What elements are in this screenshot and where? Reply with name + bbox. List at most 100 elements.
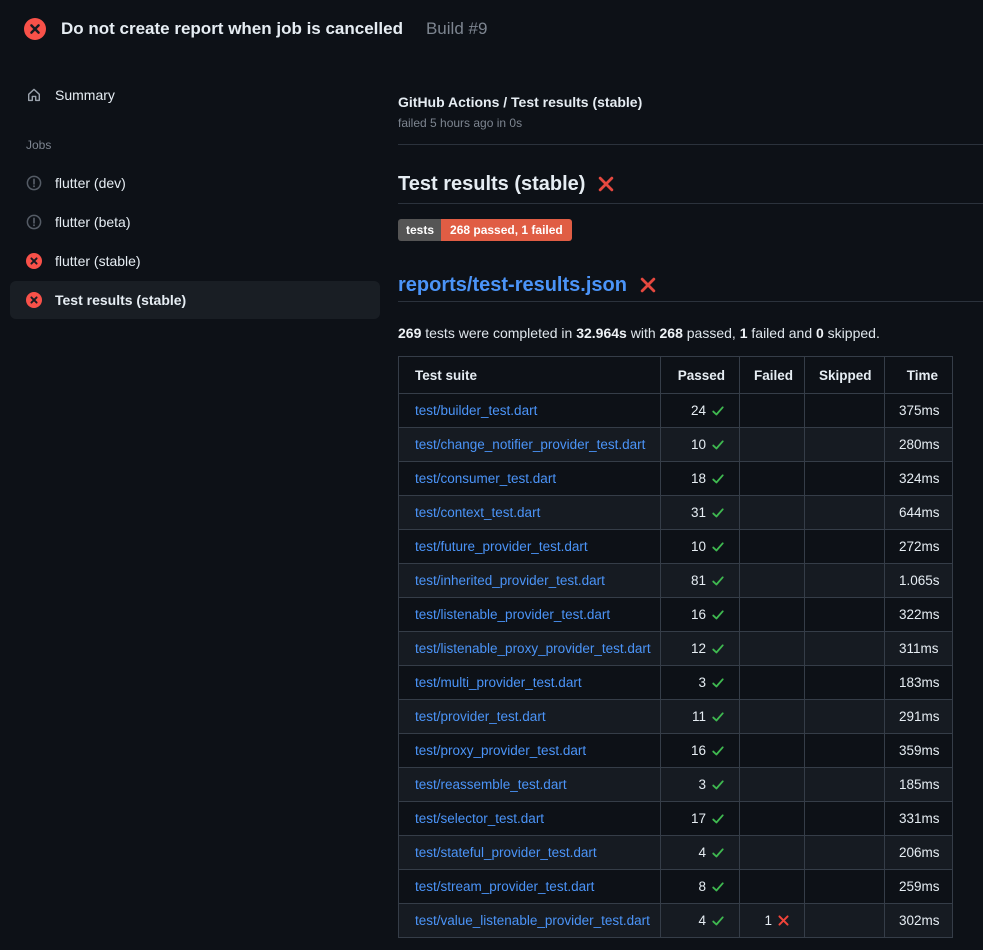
sidebar-item-summary[interactable]: Summary	[10, 76, 380, 114]
test-suite-link[interactable]: test/stream_provider_test.dart	[415, 879, 594, 894]
column-header-failed: Failed	[740, 357, 805, 394]
sidebar-item-label: flutter (dev)	[55, 173, 126, 193]
skipped-count	[805, 462, 885, 496]
check-run-header: Do not create report when job is cancell…	[0, 0, 983, 56]
table-row: test/value_listenable_provider_test.dart…	[399, 904, 953, 938]
failed-cross-icon	[597, 175, 615, 193]
table-row: test/reassemble_test.dart 3	[399, 768, 953, 802]
table-row: test/stateful_provider_test.dart 4	[399, 836, 953, 870]
test-suite-link[interactable]: test/multi_provider_test.dart	[415, 675, 582, 690]
table-row: test/context_test.dart 31	[399, 496, 953, 530]
table-row: test/selector_test.dart 17	[399, 802, 953, 836]
check-icon	[711, 472, 725, 486]
sidebar: Summary Jobs flutter (dev) flut	[0, 56, 390, 320]
main-content: GitHub Actions / Test results (stable) f…	[390, 56, 983, 938]
test-suite-link[interactable]: test/future_provider_test.dart	[415, 539, 588, 554]
sidebar-item-label: flutter (stable)	[55, 251, 141, 271]
skipped-count	[805, 700, 885, 734]
test-suite-link[interactable]: test/stateful_provider_test.dart	[415, 845, 597, 860]
passed-count: 24	[691, 403, 706, 418]
suite-time: 302ms	[885, 904, 953, 938]
table-row: test/listenable_proxy_provider_test.dart…	[399, 632, 953, 666]
sidebar-item-label: flutter (beta)	[55, 212, 130, 232]
suite-time: 1.065s	[885, 564, 953, 598]
passed-count: 4	[698, 845, 706, 860]
sidebar-item-flutter-dev[interactable]: flutter (dev)	[10, 164, 380, 202]
sidebar-item-test-results-stable[interactable]: Test results (stable)	[10, 281, 380, 319]
home-icon	[26, 87, 42, 103]
test-suite-link[interactable]: test/provider_test.dart	[415, 709, 546, 724]
table-row: test/change_notifier_provider_test.dart …	[399, 428, 953, 462]
report-file-link[interactable]: reports/test-results.json	[398, 273, 627, 297]
passed-count: 17	[691, 811, 706, 826]
test-suite-link[interactable]: test/inherited_provider_test.dart	[415, 573, 605, 588]
table-row: test/multi_provider_test.dart 3	[399, 666, 953, 700]
build-number: Build #9	[426, 19, 487, 39]
column-header-skipped: Skipped	[805, 357, 885, 394]
suite-time: 259ms	[885, 870, 953, 904]
section-title: Test results (stable)	[398, 172, 585, 196]
skipped-count	[805, 734, 885, 768]
test-suite-link[interactable]: test/value_listenable_provider_test.dart	[415, 913, 650, 928]
table-header-row: Test suite Passed Failed Skipped Time	[399, 357, 953, 394]
check-icon	[711, 846, 725, 860]
neutral-status-icon	[26, 175, 42, 191]
check-icon	[711, 710, 725, 724]
table-row: test/consumer_test.dart 18	[399, 462, 953, 496]
column-header-time: Time	[885, 357, 953, 394]
suite-time: 331ms	[885, 802, 953, 836]
sidebar-item-label: Summary	[55, 85, 115, 105]
failed-status-icon	[24, 18, 46, 40]
skipped-count	[805, 428, 885, 462]
passed-count: 16	[691, 743, 706, 758]
report-file-heading[interactable]: reports/test-results.json	[398, 273, 983, 302]
column-header-passed: Passed	[661, 357, 740, 394]
column-header-test-suite: Test suite	[399, 357, 661, 394]
skipped-count	[805, 530, 885, 564]
jobs-section-label: Jobs	[10, 138, 380, 152]
test-suite-link[interactable]: test/listenable_provider_test.dart	[415, 607, 610, 622]
test-suite-link[interactable]: test/consumer_test.dart	[415, 471, 556, 486]
badge-value: 268 passed, 1 failed	[441, 219, 572, 241]
sidebar-item-flutter-beta[interactable]: flutter (beta)	[10, 203, 380, 241]
passed-count: 8	[698, 879, 706, 894]
skipped-count	[805, 564, 885, 598]
table-row: test/stream_provider_test.dart 8	[399, 870, 953, 904]
table-row: test/builder_test.dart 24	[399, 394, 953, 428]
skipped-count	[805, 666, 885, 700]
skipped-count	[805, 632, 885, 666]
check-icon	[711, 438, 725, 452]
test-suite-link[interactable]: test/listenable_proxy_provider_test.dart	[415, 641, 651, 656]
passed-count: 31	[691, 505, 706, 520]
passed-count: 3	[698, 777, 706, 792]
skipped-count	[805, 768, 885, 802]
sidebar-item-label: Test results (stable)	[55, 290, 186, 310]
test-run-summary: 269 tests were completed in 32.964s with…	[398, 323, 983, 343]
check-icon	[711, 914, 725, 928]
test-suite-link[interactable]: test/selector_test.dart	[415, 811, 544, 826]
suite-time: 291ms	[885, 700, 953, 734]
page-title: Do not create report when job is cancell…	[61, 19, 403, 39]
passed-count: 12	[691, 641, 706, 656]
check-icon	[711, 812, 725, 826]
tests-badge: tests 268 passed, 1 failed	[398, 219, 572, 241]
test-suite-link[interactable]: test/proxy_provider_test.dart	[415, 743, 586, 758]
table-row: test/future_provider_test.dart 10	[399, 530, 953, 564]
suite-time: 375ms	[885, 394, 953, 428]
test-suite-link[interactable]: test/context_test.dart	[415, 505, 540, 520]
suite-time: 644ms	[885, 496, 953, 530]
skipped-count	[805, 870, 885, 904]
suite-time: 185ms	[885, 768, 953, 802]
test-suite-link[interactable]: test/reassemble_test.dart	[415, 777, 567, 792]
test-suite-link[interactable]: test/builder_test.dart	[415, 403, 537, 418]
test-suite-link[interactable]: test/change_notifier_provider_test.dart	[415, 437, 645, 452]
section-heading: Test results (stable)	[398, 172, 983, 204]
passed-count: 3	[698, 675, 706, 690]
skipped-count	[805, 394, 885, 428]
sidebar-item-flutter-stable[interactable]: flutter (stable)	[10, 242, 380, 280]
skipped-count	[805, 598, 885, 632]
passed-count: 16	[691, 607, 706, 622]
passed-count: 18	[691, 471, 706, 486]
badge-label: tests	[398, 219, 441, 241]
passed-count: 10	[691, 539, 706, 554]
